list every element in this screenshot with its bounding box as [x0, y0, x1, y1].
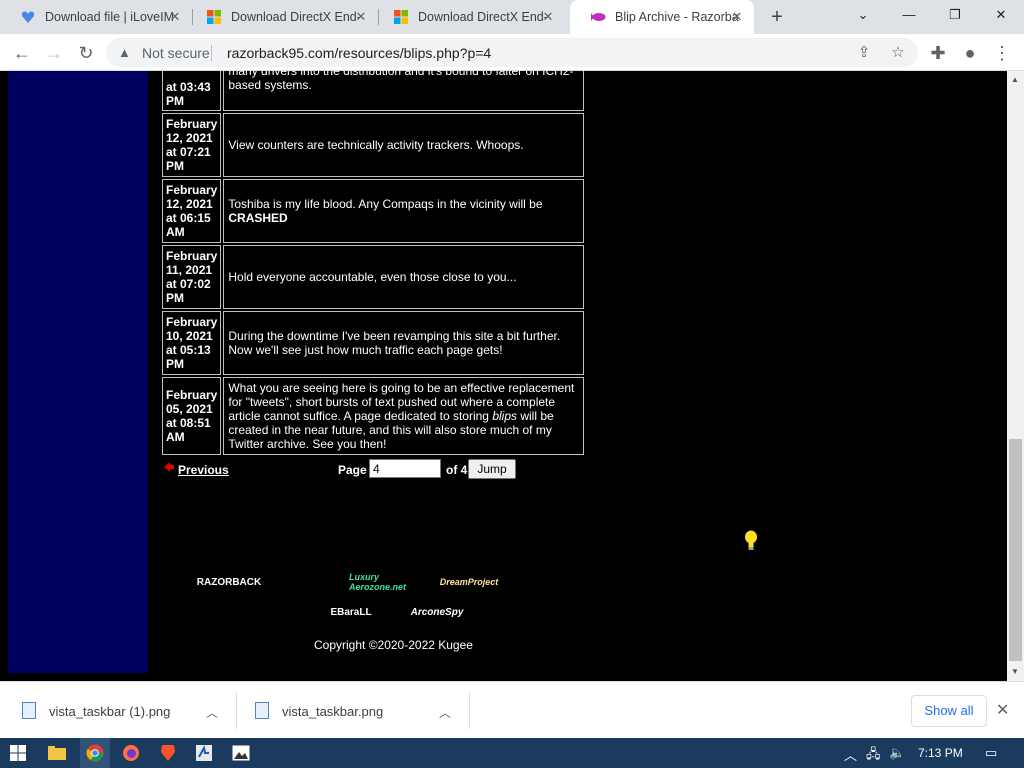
badge-arconespy[interactable]: ArconeSpy [397, 598, 477, 626]
badge-dreamproject[interactable]: DreamProject [429, 568, 509, 596]
table-row: February 12, 2021 at 06:15 AM Toshiba is… [162, 179, 584, 243]
badge-aerozone[interactable]: Luxury Aerozone.net [349, 568, 429, 596]
new-tab-button[interactable]: + [766, 7, 788, 29]
chrome-icon[interactable] [84, 742, 106, 764]
vertical-scrollbar[interactable]: ▲ ▼ [1007, 71, 1024, 681]
page-viewport: at 03:43 PM many drivers into the distri… [0, 71, 1024, 681]
badge-blip-os-museum[interactable]: Blip OS Museum [269, 568, 349, 596]
blimp-icon [591, 13, 606, 21]
tray-chevron-up-icon[interactable]: ︿ [844, 745, 857, 764]
tab-strip: Download file | iLoveIMG ✕ Download Dire… [0, 0, 1024, 34]
forward-button[interactable]: → [42, 41, 66, 65]
pagination: Previous Page of 4 Jump [160, 458, 600, 482]
blip-date: February 12, 2021 at 06:15 AM [162, 179, 222, 243]
blip-message: Hold everyone accountable, even those cl… [223, 245, 584, 309]
brave-icon[interactable] [157, 742, 179, 764]
blip-message: Toshiba is my life blood. Any Compaqs in… [223, 179, 584, 243]
lightbulb-icon[interactable] [744, 530, 758, 552]
close-window-button[interactable]: ✕ [978, 0, 1024, 30]
blip-message: View counters are technically activity t… [223, 113, 584, 177]
blip-date: February 11, 2021 at 07:02 PM [162, 245, 222, 309]
photos-icon[interactable] [230, 742, 252, 764]
blip-message: many drivers into the distribution and i… [223, 71, 584, 111]
tab-directx-1[interactable]: Download DirectX End-User Runtime ✕ [186, 0, 378, 34]
blip-date: at 03:43 PM [162, 71, 222, 111]
table-row: February 12, 2021 at 07:21 PM View count… [162, 113, 584, 177]
browser-toolbar: ← → ↻ ▲ Not secure razorback95.com/resou… [0, 34, 1024, 71]
badge-ebarall[interactable]: EBaraLL [311, 598, 391, 626]
warning-icon[interactable]: ▲ [118, 45, 131, 60]
download-separator [469, 692, 470, 729]
back-button[interactable]: ← [10, 41, 34, 65]
left-sidebar [8, 71, 148, 673]
image-file-icon [22, 702, 36, 719]
volume-icon[interactable]: 🔈 [889, 745, 905, 761]
tab-blip-archive[interactable]: Blip Archive - Razorback95 ✕ [570, 0, 754, 34]
scrollbar-thumb[interactable] [1009, 439, 1022, 661]
tab-close-icon[interactable]: ✕ [168, 10, 182, 24]
close-downloads-icon[interactable]: ✕ [996, 700, 1009, 720]
chevron-up-icon[interactable]: ︿ [206, 704, 218, 721]
table-row: February 05, 2021 at 08:51 AM What you a… [162, 377, 584, 455]
windows-logo-icon [207, 10, 221, 24]
tab-directx-2[interactable]: Download DirectX End-User Runtime ✕ [373, 0, 565, 34]
reload-button[interactable]: ↻ [74, 41, 98, 65]
previous-arrow-icon[interactable] [163, 461, 175, 473]
page-content: at 03:43 PM many drivers into the distri… [148, 71, 1007, 681]
maximize-button[interactable]: ❐ [932, 0, 978, 30]
tab-close-icon[interactable]: ✕ [541, 10, 555, 24]
download-item[interactable]: vista_taskbar (1).png ︿ [0, 682, 236, 739]
page-count-label: of 4 [446, 463, 468, 477]
copyright-text: Copyright ©2020-2022 Kugee [314, 638, 473, 652]
firefox-icon[interactable] [120, 742, 142, 764]
chevron-up-icon[interactable]: ︿ [439, 704, 451, 721]
menu-kebab-icon[interactable]: ⋮ [990, 41, 1014, 65]
page-label: Page [338, 463, 367, 477]
table-row: at 03:43 PM many drivers into the distri… [162, 71, 584, 111]
blip-message: What you are seeing here is going to be … [223, 377, 584, 455]
blip-table: at 03:43 PM many drivers into the distri… [160, 71, 586, 457]
blip-date: February 12, 2021 at 07:21 PM [162, 113, 222, 177]
windows-logo-icon [394, 10, 408, 24]
url-text[interactable]: razorback95.com/resources/blips.php?p=4 [227, 45, 491, 61]
image-file-icon [255, 702, 269, 719]
show-all-button[interactable]: Show all [911, 695, 987, 727]
heart-icon [21, 11, 35, 23]
downloads-bar: vista_taskbar (1).png ︿ vista_taskbar.pn… [0, 681, 1024, 738]
bookmark-star-icon[interactable]: ☆ [888, 43, 908, 63]
blip-date: February 10, 2021 at 05:13 PM [162, 311, 222, 375]
profile-avatar-icon[interactable]: ● [958, 41, 982, 65]
table-row: February 10, 2021 at 05:13 PM During the… [162, 311, 584, 375]
blip-message: During the downtime I've been revamping … [223, 311, 584, 375]
address-bar[interactable]: ▲ Not secure razorback95.com/resources/b… [106, 38, 918, 67]
table-row: February 11, 2021 at 07:02 PM Hold every… [162, 245, 584, 309]
taskbar-clock[interactable]: 7:13 PM [918, 746, 963, 760]
network-icon[interactable]: 🖧 [866, 745, 881, 767]
download-item[interactable]: vista_taskbar.png ︿ [233, 682, 469, 739]
tab-close-icon[interactable]: ✕ [730, 10, 744, 24]
badge-dosbox[interactable]: DOSBOX [511, 568, 591, 596]
blip-date: February 05, 2021 at 08:51 AM [162, 377, 222, 455]
omnibox-divider [211, 45, 212, 61]
file-explorer-icon[interactable] [46, 742, 68, 764]
previous-link[interactable]: Previous [178, 463, 229, 477]
not-secure-label[interactable]: Not secure [142, 45, 210, 61]
page-number-input[interactable] [369, 459, 441, 478]
extensions-puzzle-icon[interactable]: ✚ [926, 41, 950, 65]
tab-search-button[interactable]: ⌄ [840, 0, 886, 30]
scroll-up-arrow-icon[interactable]: ▲ [1011, 75, 1019, 84]
app-icon[interactable] [193, 742, 215, 764]
start-button-icon[interactable] [7, 742, 29, 764]
notifications-icon[interactable]: ▭ [985, 745, 997, 761]
jump-button[interactable]: Jump [468, 459, 516, 479]
share-icon[interactable]: ⇪ [854, 43, 874, 63]
tab-ilovepdf[interactable]: Download file | iLoveIMG ✕ [0, 0, 192, 34]
badge-razorback[interactable]: RAZORBACK [189, 568, 269, 596]
windows-taskbar: ︿ 🖧 🔈 7:13 PM ▭ [0, 738, 1024, 768]
scroll-down-arrow-icon[interactable]: ▼ [1011, 667, 1019, 676]
minimize-button[interactable]: — [886, 0, 932, 30]
tab-close-icon[interactable]: ✕ [354, 10, 368, 24]
